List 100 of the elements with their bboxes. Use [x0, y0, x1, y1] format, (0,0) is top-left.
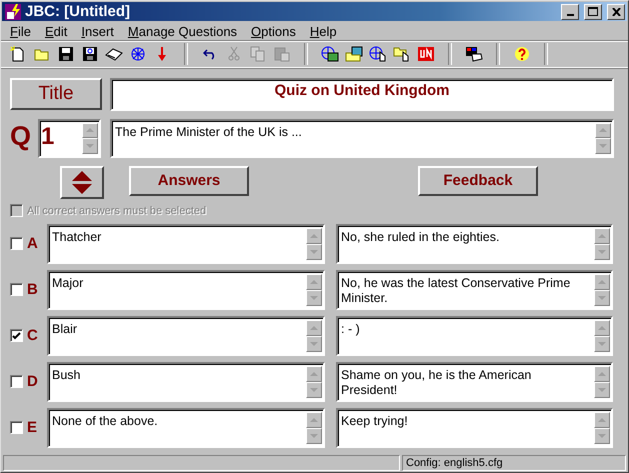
correct-checkbox[interactable] — [10, 237, 23, 250]
help-icon — [514, 46, 530, 62]
correct-checkbox[interactable] — [10, 375, 23, 388]
scroll-down-button[interactable] — [594, 428, 610, 444]
feedback-field[interactable]: Keep trying! — [336, 408, 613, 448]
checkbox-label: All correct answers must be selected — [27, 204, 206, 217]
up-triangle-icon — [310, 418, 318, 422]
menu-item[interactable]: Edit — [38, 24, 74, 39]
correct-checkbox[interactable] — [10, 283, 23, 296]
scroll-down-button[interactable] — [594, 290, 610, 306]
scroll-down-button[interactable] — [594, 336, 610, 352]
answer-field[interactable]: None of the above. — [47, 408, 325, 448]
scroll-up-button[interactable] — [594, 228, 610, 244]
scroll-down-button[interactable] — [306, 382, 322, 398]
scroll-up-button[interactable] — [594, 320, 610, 336]
maximize-button[interactable] — [584, 4, 602, 20]
scroll-up-button[interactable] — [306, 228, 322, 244]
paste-icon — [274, 46, 290, 62]
menu-item[interactable]: Options — [244, 24, 303, 39]
up-triangle-icon — [310, 280, 318, 284]
answer-letter: E — [27, 419, 38, 436]
up-triangle-icon — [598, 234, 606, 238]
scroll-down-button[interactable] — [306, 336, 322, 352]
answer-letter: A — [27, 235, 39, 252]
scroll-down-button[interactable] — [306, 244, 322, 260]
correct-checkbox[interactable] — [10, 421, 23, 434]
reorder-button[interactable] — [60, 166, 104, 199]
answer-field[interactable]: Bush — [47, 362, 325, 402]
down-triangle-icon — [310, 342, 318, 346]
scroll-up-button[interactable] — [306, 274, 322, 290]
answer-letter: C — [27, 327, 39, 344]
window-title: JBC: [Untitled] — [25, 3, 131, 20]
up-triangle-icon — [598, 372, 606, 376]
down-triangle-icon — [598, 342, 606, 346]
up-triangle-icon — [86, 128, 94, 132]
undo-icon — [203, 48, 217, 60]
feedback-field[interactable]: No, he was the latest Conservative Prime Minister. — [336, 270, 613, 310]
down-triangle-icon — [598, 434, 606, 438]
down-triangle-icon — [72, 184, 92, 194]
close-icon — [612, 8, 620, 16]
down-triangle-icon — [598, 388, 606, 392]
quiz-title-field[interactable]: Quiz on United Kingdom — [110, 78, 614, 111]
up-triangle-icon — [310, 234, 318, 238]
answer-field[interactable]: Thatcher — [47, 224, 325, 264]
down-triangle-icon — [310, 434, 318, 438]
scroll-up-button[interactable] — [595, 122, 611, 138]
app-icon — [4, 2, 22, 21]
menu-item[interactable]: Help — [302, 24, 344, 39]
down-arrow-icon — [157, 46, 167, 62]
scroll-down-button[interactable] — [594, 244, 610, 260]
scissors-icon — [228, 46, 240, 62]
scroll-up-button[interactable] — [594, 412, 610, 428]
down-triangle-icon — [310, 388, 318, 392]
answer-field[interactable]: Blair — [47, 316, 325, 356]
palette-icon — [465, 46, 483, 62]
scroll-up-button[interactable] — [82, 122, 98, 138]
scroll-down-button[interactable] — [595, 138, 611, 154]
minimize-icon — [566, 14, 574, 16]
menu-item[interactable]: File — [3, 24, 38, 39]
question-label: Q — [10, 120, 32, 153]
scroll-down-button[interactable] — [82, 138, 98, 154]
web-icon — [130, 46, 146, 62]
title-button[interactable]: Title — [10, 78, 102, 110]
scroll-up-button[interactable] — [306, 412, 322, 428]
feedback-field[interactable]: Shame on you, he is the American President! — [336, 362, 613, 402]
save-icon — [58, 46, 74, 62]
correct-checkbox[interactable] — [10, 329, 23, 342]
answer-field[interactable]: Major — [47, 270, 325, 310]
answer-letter: D — [27, 373, 39, 390]
web-pointer-icon — [369, 46, 387, 62]
folder-icon — [34, 46, 50, 61]
check-icon — [12, 332, 21, 340]
column-button[interactable]: Feedback — [418, 166, 538, 196]
scroll-up-button[interactable] — [306, 320, 322, 336]
down-triangle-icon — [598, 296, 606, 300]
feedback-field[interactable]: : - ) — [336, 316, 613, 356]
menu-item[interactable]: Manage Questions — [120, 24, 244, 39]
scroll-up-button[interactable] — [306, 366, 322, 382]
scroll-down-button[interactable] — [594, 382, 610, 398]
up-triangle-icon — [598, 326, 606, 330]
web-picture-icon — [321, 46, 339, 62]
scroll-up-button[interactable] — [594, 366, 610, 382]
down-triangle-icon — [310, 296, 318, 300]
down-triangle-icon — [598, 250, 606, 254]
menu-item[interactable]: Insert — [74, 24, 121, 39]
up-triangle-icon — [598, 280, 606, 284]
column-button[interactable]: Answers — [129, 166, 249, 196]
question-number-spinner[interactable]: 1 — [38, 118, 101, 158]
scroll-up-button[interactable] — [594, 274, 610, 290]
folder-pointer-icon — [393, 46, 411, 62]
feedback-field[interactable]: No, she ruled in the eighties. — [336, 224, 613, 264]
up-triangle-icon — [310, 326, 318, 330]
up-triangle-icon — [310, 372, 318, 376]
new-file-icon — [10, 46, 26, 62]
question-field[interactable]: The Prime Minister of the UK is ... — [110, 118, 614, 158]
scroll-down-button[interactable] — [306, 290, 322, 306]
close-button[interactable] — [607, 4, 625, 20]
minimize-button[interactable] — [561, 4, 579, 20]
answer-letter: B — [27, 281, 39, 298]
scroll-down-button[interactable] — [306, 428, 322, 444]
